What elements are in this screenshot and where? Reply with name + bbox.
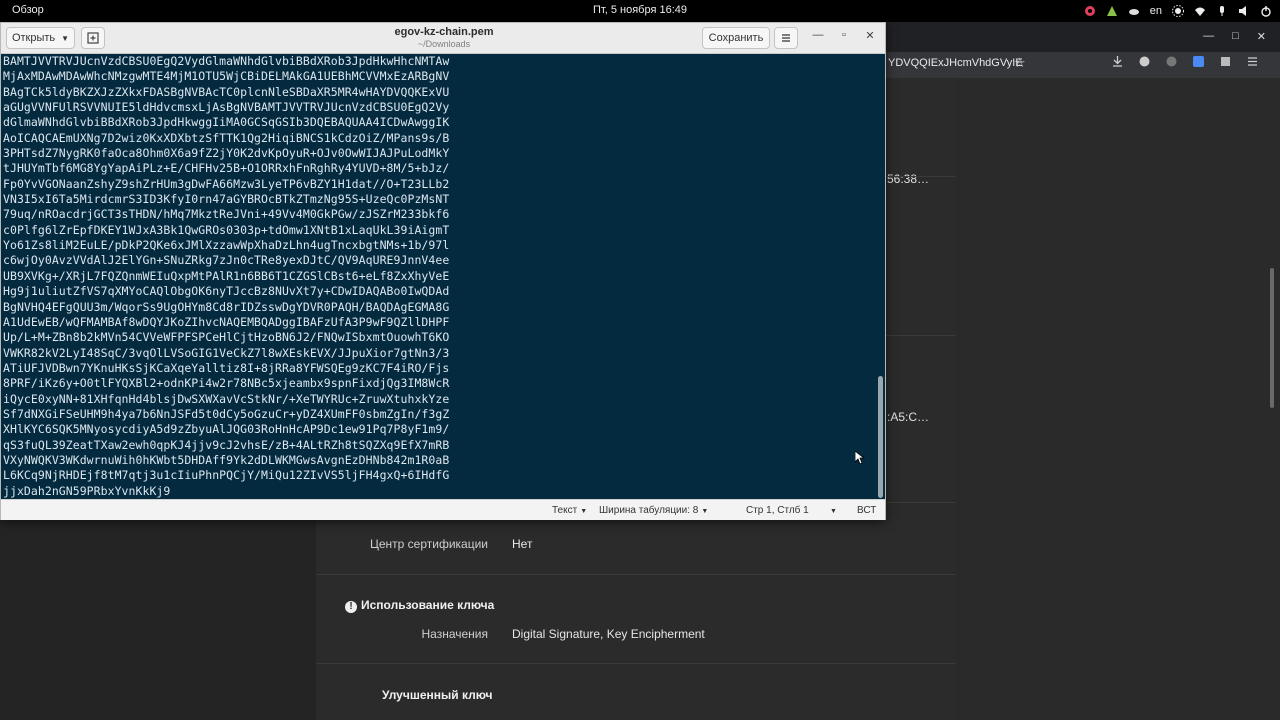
wing-icon[interactable] bbox=[1106, 5, 1118, 17]
maximize-icon[interactable]: ▫ bbox=[836, 29, 852, 41]
new-document-icon bbox=[87, 32, 99, 44]
volume-icon[interactable] bbox=[1216, 5, 1228, 17]
tab-width-label: Ширина табуляции: 8 bbox=[599, 505, 699, 516]
open-button[interactable]: Открыть ▼ bbox=[6, 27, 75, 49]
puzzle-icon[interactable] bbox=[1220, 56, 1231, 67]
minimize-icon[interactable]: — bbox=[1203, 30, 1214, 43]
key-usage-title: Использование ключа bbox=[361, 598, 495, 612]
validity-time-fragment: 56:38… bbox=[887, 172, 930, 186]
editor-text-area[interactable]: BAMTJVVTRVJUcnVzdCBSU0EgQ2VydGlmaWNhdGlv… bbox=[1, 54, 885, 499]
document-title: egov-kz-chain.pem bbox=[394, 26, 494, 38]
menu-icon[interactable] bbox=[1247, 56, 1258, 67]
hamburger-menu-button[interactable] bbox=[774, 27, 798, 49]
key-usage-heading: ! Использование ключа bbox=[345, 598, 494, 613]
chevron-down-icon: ▼ bbox=[580, 508, 588, 515]
divider bbox=[316, 663, 956, 664]
language-label: Текст bbox=[552, 505, 578, 516]
profile-icon[interactable] bbox=[1166, 56, 1177, 67]
ca-label: Центр сертификации bbox=[369, 537, 488, 551]
volume-icon-2[interactable] bbox=[1238, 5, 1250, 17]
wifi-icon[interactable] bbox=[1194, 5, 1206, 17]
close-icon[interactable]: ✕ bbox=[1257, 30, 1266, 43]
info-icon: ! bbox=[345, 601, 357, 613]
divider bbox=[316, 574, 956, 575]
position-dropdown[interactable]: ▼ bbox=[827, 505, 837, 516]
purposes-label: Назначения bbox=[421, 627, 489, 641]
hamburger-icon bbox=[782, 34, 790, 42]
mouse-pointer-icon bbox=[855, 451, 865, 465]
tab-width-selector[interactable]: Ширина табуляции: 8 ▼ bbox=[599, 505, 708, 516]
bookmark-star-icon[interactable]: ☆ bbox=[1014, 55, 1026, 71]
app-icon[interactable] bbox=[1084, 5, 1096, 17]
editor-scrollbar[interactable] bbox=[878, 376, 883, 498]
brightness-icon[interactable] bbox=[1172, 5, 1184, 17]
insert-mode[interactable]: ВСТ bbox=[857, 505, 876, 516]
editor-statusbar: Текст ▼ Ширина табуляции: 8 ▼ Стр 1, Стлб … bbox=[1, 499, 885, 520]
browser-window-controls: — □ ✕ bbox=[1203, 30, 1266, 43]
download-icon[interactable] bbox=[1112, 56, 1123, 67]
window-title-block: egov-kz-chain.pem ~/Downloads bbox=[301, 26, 587, 49]
ca-value: Нет bbox=[512, 537, 533, 551]
editor-headerbar: Открыть ▼ egov-kz-chain.pem ~/Downloads С… bbox=[1, 23, 885, 54]
document-path: ~/Downloads bbox=[417, 39, 471, 49]
cloud-icon[interactable] bbox=[1128, 5, 1140, 17]
system-tray: en bbox=[1084, 2, 1272, 20]
pem-text[interactable]: BAMTJVVTRVJUcnVzdCBSU0EgQ2VydGlmaWNhdGlv… bbox=[3, 54, 449, 499]
open-label: Открыть bbox=[11, 32, 56, 44]
keyboard-layout[interactable]: en bbox=[1150, 5, 1162, 17]
cursor-position[interactable]: Стр 1, Стлб 1 bbox=[746, 505, 809, 516]
language-selector[interactable]: Текст ▼ bbox=[552, 505, 587, 516]
purposes-value: Digital Signature, Key Encipherment bbox=[512, 627, 705, 641]
address-bar[interactable]: YDVQQIExJHcmVhdGVyIE bbox=[882, 52, 1036, 74]
fingerprint-fragment: :A5:C… bbox=[887, 410, 930, 424]
system-top-bar: Обзор Пт, 5 ноября 16:49 en bbox=[0, 0, 1280, 22]
chevron-down-icon: ▼ bbox=[830, 508, 837, 515]
chevron-down-icon: ▼ bbox=[701, 508, 709, 515]
translate-icon[interactable] bbox=[1193, 56, 1204, 67]
new-tab-button[interactable] bbox=[81, 27, 105, 49]
extension-icon[interactable] bbox=[1139, 56, 1150, 67]
page-scrollbar[interactable] bbox=[1270, 268, 1274, 408]
extended-key-heading: Улучшенный ключ bbox=[382, 688, 493, 702]
save-button[interactable]: Сохранить bbox=[702, 27, 770, 49]
page-margin-right bbox=[956, 78, 1280, 720]
maximize-icon[interactable]: □ bbox=[1232, 30, 1239, 43]
browser-extension-icons bbox=[1112, 56, 1258, 67]
chevron-down-icon: ▼ bbox=[61, 34, 70, 43]
text-editor-window: Открыть ▼ egov-kz-chain.pem ~/Downloads С… bbox=[0, 22, 886, 520]
minimize-icon[interactable]: — bbox=[810, 29, 826, 41]
close-icon[interactable]: ✕ bbox=[862, 29, 878, 42]
power-icon[interactable] bbox=[1260, 5, 1272, 17]
